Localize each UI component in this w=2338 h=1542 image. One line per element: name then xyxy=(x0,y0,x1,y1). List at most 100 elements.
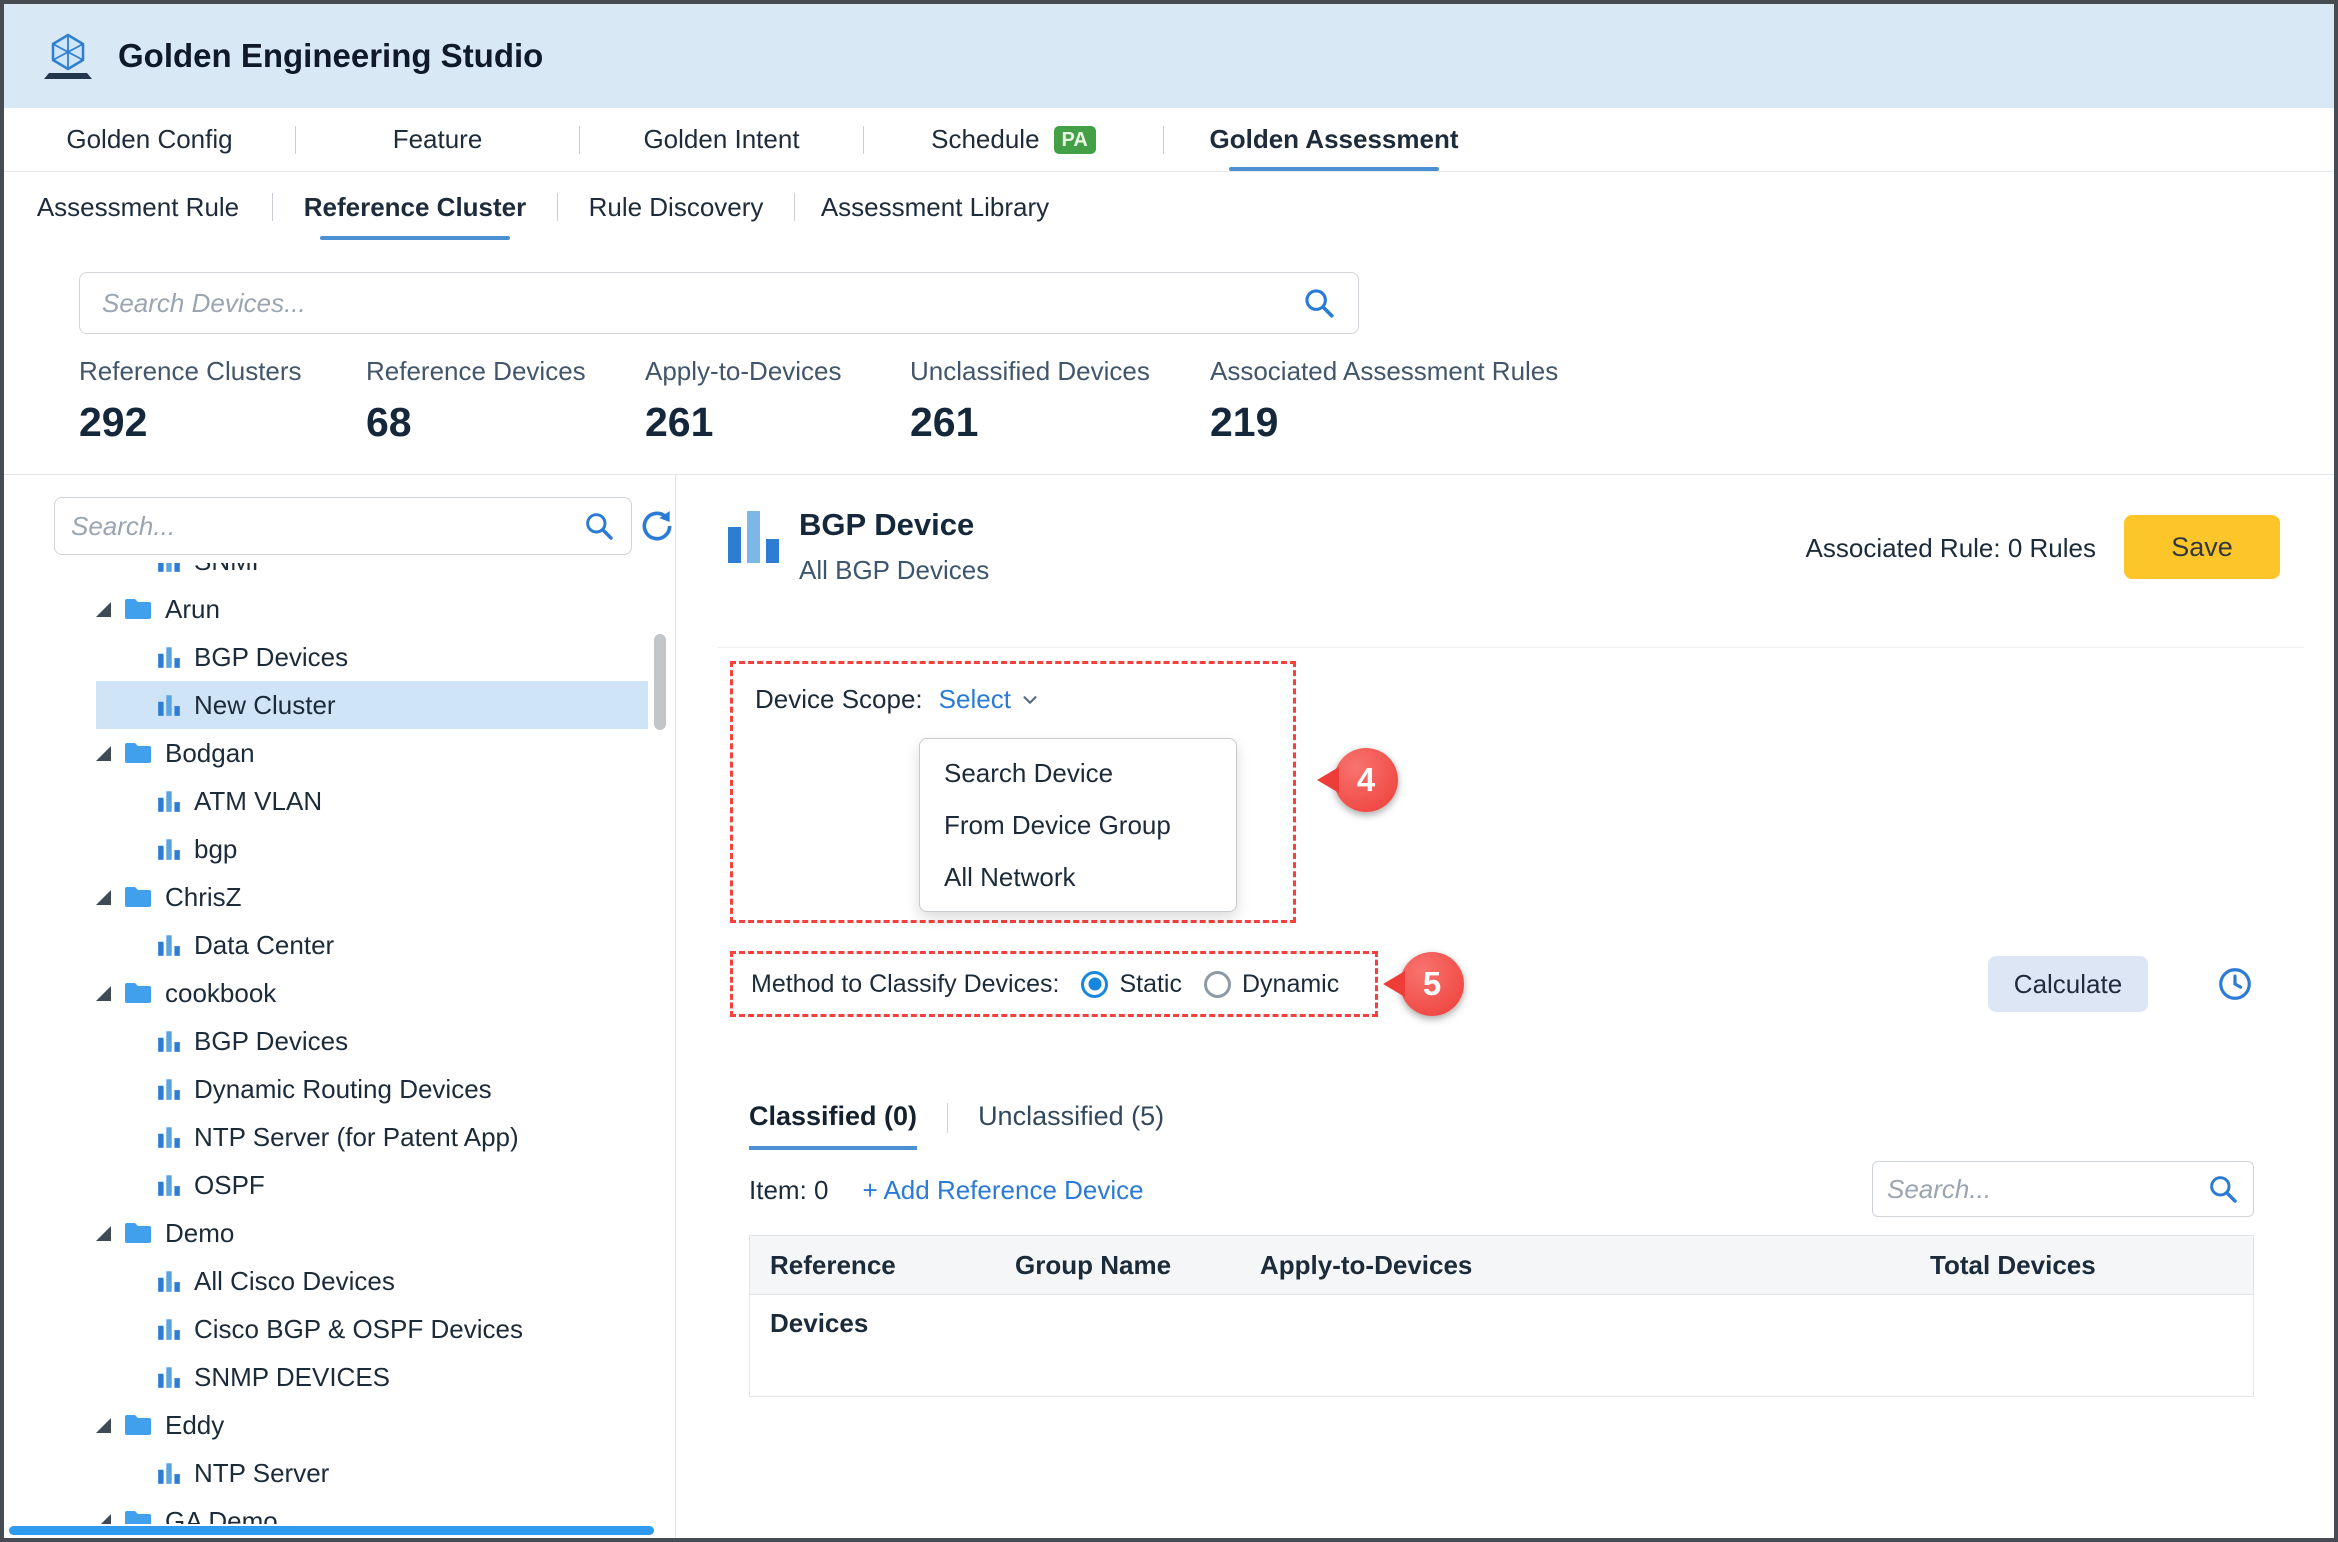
annotation-balloon-5: 5 xyxy=(1400,952,1464,1016)
cluster-icon xyxy=(156,1268,182,1294)
tree-horizontal-scrollbar[interactable] xyxy=(9,1526,654,1535)
stat-reference-devices: Reference Devices 68 xyxy=(366,356,586,446)
refresh-icon[interactable] xyxy=(638,507,676,545)
tree-item-cisco-bgp-ospf-devices[interactable]: Cisco BGP & OSPF Devices xyxy=(4,1305,656,1353)
tab-rule-discovery[interactable]: Rule Discovery xyxy=(558,172,794,242)
tree-item-bgp-devices-2[interactable]: BGP Devices xyxy=(4,1017,656,1065)
expand-arrow-icon[interactable] xyxy=(96,1418,111,1433)
tree-folder-demo[interactable]: Demo xyxy=(4,1209,656,1257)
detail-header-divider xyxy=(717,647,2304,648)
folder-icon xyxy=(123,741,153,765)
annotation-balloon-4: 4 xyxy=(1334,748,1398,812)
radio-dynamic[interactable]: Dynamic xyxy=(1204,970,1339,999)
tree-item-snmp-devices[interactable]: SNMP DEVICES xyxy=(4,1353,656,1401)
device-scope-label: Device Scope: xyxy=(755,684,923,715)
tree-item-dynamic-routing-devices[interactable]: Dynamic Routing Devices xyxy=(4,1065,656,1113)
expand-arrow-icon[interactable] xyxy=(96,602,111,617)
option-search-device[interactable]: Search Device xyxy=(920,747,1236,799)
tab-assessment-rule[interactable]: Assessment Rule xyxy=(4,172,272,242)
tree-item-ospf[interactable]: OSPF xyxy=(4,1161,656,1209)
expand-arrow-icon[interactable] xyxy=(96,746,111,761)
option-all-network[interactable]: All Network xyxy=(920,851,1236,903)
item-count: Item: 0 xyxy=(749,1175,828,1206)
cluster-icon xyxy=(156,1124,182,1150)
result-search-input[interactable] xyxy=(1887,1174,2207,1205)
tab-schedule[interactable]: Schedule PA xyxy=(864,108,1163,171)
search-icon[interactable] xyxy=(2207,1173,2239,1205)
cluster-title: BGP Device xyxy=(799,507,974,543)
expand-arrow-icon[interactable] xyxy=(96,986,111,1001)
result-search-box xyxy=(1872,1161,2254,1217)
folder-icon xyxy=(123,885,153,909)
tree-search-input[interactable] xyxy=(71,511,583,542)
cluster-icon xyxy=(156,1316,182,1342)
tab-classified[interactable]: Classified (0) xyxy=(749,1101,917,1150)
folder-icon xyxy=(123,1413,153,1437)
tree-search-box xyxy=(54,497,632,555)
cluster-icon xyxy=(156,563,182,574)
tab-golden-intent[interactable]: Golden Intent xyxy=(580,108,863,171)
table-header-row: Reference Devices Group Name Apply-to-De… xyxy=(749,1235,2254,1295)
tree-folder-ga-demo[interactable]: GA Demo xyxy=(4,1497,656,1524)
tree-folder-arun[interactable]: Arun xyxy=(4,585,656,633)
tree-item-snmp[interactable]: SNMP xyxy=(4,563,656,585)
radio-button-icon xyxy=(1081,971,1108,998)
associated-rule-text: Associated Rule: 0 Rules xyxy=(1806,533,2096,564)
chevron-down-icon xyxy=(1019,689,1041,711)
expand-arrow-icon[interactable] xyxy=(96,1514,111,1525)
save-button[interactable]: Save xyxy=(2124,515,2280,579)
cluster-chart-icon xyxy=(722,505,786,569)
search-icon[interactable] xyxy=(583,510,615,542)
col-reference-devices: Reference Devices xyxy=(750,1236,995,1294)
col-apply-to-devices: Apply-to-Devices xyxy=(1240,1236,1910,1294)
tree-item-atm-vlan[interactable]: ATM VLAN xyxy=(4,777,656,825)
tree-item-ntp-server[interactable]: NTP Server xyxy=(4,1449,656,1497)
tab-unclassified[interactable]: Unclassified (5) xyxy=(978,1101,1164,1146)
option-from-device-group[interactable]: From Device Group xyxy=(920,799,1236,851)
classify-method-label: Method to Classify Devices: xyxy=(751,970,1059,999)
history-clock-icon[interactable] xyxy=(2216,965,2254,1003)
stat-reference-clusters: Reference Clusters 292 xyxy=(79,356,302,446)
cluster-icon xyxy=(156,932,182,958)
calculate-button[interactable]: Calculate xyxy=(1988,956,2148,1012)
device-search-box xyxy=(79,272,1359,334)
tree-item-bgp[interactable]: bgp xyxy=(4,825,656,873)
search-icon[interactable] xyxy=(1302,286,1336,320)
tree-folder-eddy[interactable]: Eddy xyxy=(4,1401,656,1449)
tree-item-bgp-devices[interactable]: BGP Devices xyxy=(4,633,656,681)
tree-folder-chrisz[interactable]: ChrisZ xyxy=(4,873,656,921)
tree-item-new-cluster[interactable]: New Cluster xyxy=(4,681,656,729)
tab-assessment-library[interactable]: Assessment Library xyxy=(795,172,1075,242)
cluster-subtitle: All BGP Devices xyxy=(799,555,989,586)
col-total-devices: Total Devices xyxy=(1910,1236,2253,1294)
tree-item-data-center[interactable]: Data Center xyxy=(4,921,656,969)
tree-vertical-scrollbar[interactable] xyxy=(654,634,666,730)
cluster-icon xyxy=(156,1172,182,1198)
cluster-detail-panel: BGP Device All BGP Devices Associated Ru… xyxy=(677,475,2334,1538)
expand-arrow-icon[interactable] xyxy=(96,890,111,905)
radio-static[interactable]: Static xyxy=(1081,970,1182,999)
app-title: Golden Engineering Studio xyxy=(118,37,543,75)
tab-golden-assessment[interactable]: Golden Assessment xyxy=(1164,108,1504,171)
folder-icon xyxy=(123,981,153,1005)
reference-devices-table: Reference Devices Group Name Apply-to-De… xyxy=(749,1235,2254,1397)
cluster-icon xyxy=(156,836,182,862)
tab-reference-cluster[interactable]: Reference Cluster xyxy=(273,172,557,242)
tree-folder-cookbook[interactable]: cookbook xyxy=(4,969,656,1017)
result-tab-bar: Classified (0) Unclassified (5) xyxy=(749,1101,1164,1150)
cluster-icon xyxy=(156,1364,182,1390)
stat-associated-assessment-rules: Associated Assessment Rules 219 xyxy=(1210,356,1558,446)
cluster-tree-panel: SNMP Arun BGP Devices New C xyxy=(4,475,676,1538)
expand-arrow-icon[interactable] xyxy=(96,1226,111,1241)
tab-golden-config[interactable]: Golden Config xyxy=(4,108,295,171)
device-search-input[interactable] xyxy=(102,288,1302,319)
result-toolbar: Item: 0 + Add Reference Device xyxy=(749,1175,1144,1206)
stat-unclassified-devices: Unclassified Devices 261 xyxy=(910,356,1150,446)
tree-folder-bodgan[interactable]: Bodgan xyxy=(4,729,656,777)
tree-item-ntp-server-patent[interactable]: NTP Server (for Patent App) xyxy=(4,1113,656,1161)
add-reference-device-link[interactable]: + Add Reference Device xyxy=(862,1175,1143,1206)
device-scope-select[interactable]: Select xyxy=(939,684,1041,715)
app-logo-icon xyxy=(40,31,96,81)
tab-feature[interactable]: Feature xyxy=(296,108,579,171)
tree-item-all-cisco-devices[interactable]: All Cisco Devices xyxy=(4,1257,656,1305)
